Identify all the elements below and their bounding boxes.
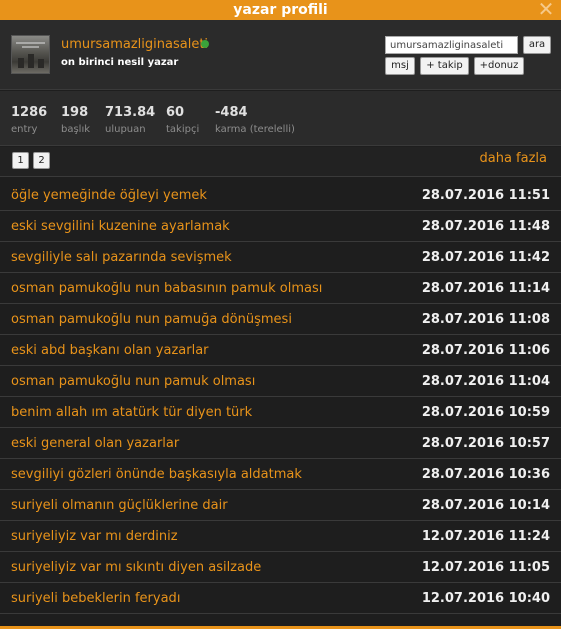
follow-button[interactable]: + takip (420, 57, 469, 75)
entry-title[interactable]: eski abd başkanı olan yazarlar (11, 343, 209, 358)
entry-date: 28.07.2016 11:04 (421, 374, 550, 389)
stat-label: takipçi (166, 124, 200, 135)
window-title: yazar profili (233, 2, 328, 18)
list-item[interactable]: suriyeliyiz var mı derdiniz 12.07.2016 11… (0, 521, 561, 552)
entry-date: 28.07.2016 11:42 (421, 250, 550, 265)
list-item[interactable]: suriyeli bebeklerin feryadı 12.07.2016 10… (0, 583, 561, 614)
stat-ulupuan: 713.84 ulupuan (105, 105, 155, 137)
entry-title[interactable]: suriyeliyiz var mı derdiniz (11, 529, 178, 544)
stat-value: 60 (166, 105, 185, 120)
pagination: 1 2 daha fazla (0, 147, 561, 177)
avatar-detail (18, 58, 24, 68)
window-titlebar: yazar profili ✕ (0, 0, 561, 20)
list-item[interactable]: osman pamukoğlu nun pamuğa dönüşmesi 28.0… (0, 304, 561, 335)
entry-date: 28.07.2016 11:51 (421, 188, 550, 203)
list-item[interactable]: suriyeli olmanın güçlüklerine dair 28.07.… (0, 490, 561, 521)
avatar-detail (28, 54, 34, 68)
entry-title[interactable]: suriyeli bebeklerin feryadı (11, 591, 180, 606)
stat-takipci: 60 takipçi (166, 105, 199, 137)
stat-label: başlık (61, 124, 91, 135)
list-item[interactable]: sevgiliyi gözleri önünde başkasıyla alda… (0, 459, 561, 490)
entry-title[interactable]: suriyeliyiz var mı sıkıntı diyen asilzad… (11, 560, 261, 575)
page-button-1[interactable]: 1 (12, 152, 29, 169)
stat-baslik: 198 başlık (61, 105, 90, 137)
list-item[interactable]: eski abd başkanı olan yazarlar 28.07.2016… (0, 335, 561, 366)
list-item[interactable]: eski sevgilini kuzenine ayarlamak 28.07.2… (0, 211, 561, 242)
entry-date: 12.07.2016 11:24 (421, 529, 550, 544)
entry-title[interactable]: osman pamukoğlu nun pamuk olması (11, 374, 255, 389)
entry-date: 28.07.2016 11:48 (421, 219, 550, 234)
stats-bar: 1286 entry 198 başlık 713.84 ulupuan 60 … (0, 91, 561, 146)
stat-value: 713.84 (105, 105, 156, 120)
username-link[interactable]: umursamazliginasaleti (61, 37, 208, 52)
entry-title[interactable]: benim allah ım atatürk tür diyen türk (11, 405, 252, 420)
close-icon[interactable]: ✕ (537, 0, 555, 19)
avatar-detail (22, 46, 39, 48)
entry-date: 12.07.2016 10:40 (421, 591, 550, 606)
stat-value: -484 (215, 105, 248, 120)
entry-date: 28.07.2016 11:14 (421, 281, 550, 296)
search-button[interactable]: ara (523, 36, 551, 54)
entry-date: 12.07.2016 11:05 (421, 560, 550, 575)
list-item[interactable]: suriyeliyiz var mı sıkıntı diyen asilzad… (0, 552, 561, 583)
entry-title[interactable]: sevgiliyi gözleri önünde başkasıyla alda… (11, 467, 302, 482)
entry-title[interactable]: osman pamukoğlu nun pamuğa dönüşmesi (11, 312, 292, 327)
entry-date: 28.07.2016 10:57 (421, 436, 550, 451)
entry-title[interactable]: suriyeli olmanın güçlüklerine dair (11, 498, 228, 513)
list-item[interactable]: benim allah ım atatürk tür diyen türk 28.… (0, 397, 561, 428)
stat-entry: 1286 entry (11, 105, 47, 137)
online-status-icon (201, 40, 209, 48)
profile-header: umursamazliginasaleti on birinci nesil y… (0, 20, 561, 90)
entry-date: 28.07.2016 10:59 (421, 405, 550, 420)
stat-karma: -484 karma (terelelli) (215, 105, 295, 137)
message-button[interactable]: msj (385, 57, 415, 75)
avatar-detail (16, 42, 45, 44)
list-item[interactable]: osman pamukoğlu nun pamuk olması 28.07.20… (0, 366, 561, 397)
stat-value: 1286 (11, 105, 48, 120)
page-button-2[interactable]: 2 (33, 152, 50, 169)
list-item[interactable]: osman pamukoğlu nun babasının pamuk olma… (0, 273, 561, 304)
list-item[interactable]: eski general olan yazarlar 28.07.2016 10:… (0, 428, 561, 459)
entry-title[interactable]: sevgiliyle salı pazarında sevişmek (11, 250, 232, 265)
entry-title[interactable]: eski general olan yazarlar (11, 436, 179, 451)
stat-label: ulupuan (105, 124, 146, 135)
entry-title[interactable]: osman pamukoğlu nun babasının pamuk olma… (11, 281, 322, 296)
search-input[interactable] (385, 36, 518, 54)
more-link[interactable]: daha fazla (479, 151, 547, 166)
list-item[interactable]: öğle yemeğinde öğleyi yemek 28.07.2016 11… (0, 180, 561, 211)
avatar[interactable] (11, 35, 50, 74)
entry-date: 28.07.2016 11:06 (421, 343, 550, 358)
list-item[interactable]: sevgiliyle salı pazarında sevişmek 28.07.… (0, 242, 561, 273)
avatar-detail (38, 59, 44, 68)
stat-label: karma (terelelli) (215, 124, 295, 135)
entry-list: öğle yemeğinde öğleyi yemek 28.07.2016 11… (0, 180, 561, 614)
block-button[interactable]: +donuz (474, 57, 524, 75)
stat-label: entry (11, 124, 38, 135)
entry-date: 28.07.2016 11:08 (421, 312, 550, 327)
entry-title[interactable]: eski sevgilini kuzenine ayarlamak (11, 219, 230, 234)
entry-title[interactable]: öğle yemeğinde öğleyi yemek (11, 188, 207, 203)
stat-value: 198 (61, 105, 89, 120)
entry-date: 28.07.2016 10:14 (421, 498, 550, 513)
entry-date: 28.07.2016 10:36 (421, 467, 550, 482)
rank-label: on birinci nesil yazar (61, 57, 179, 68)
